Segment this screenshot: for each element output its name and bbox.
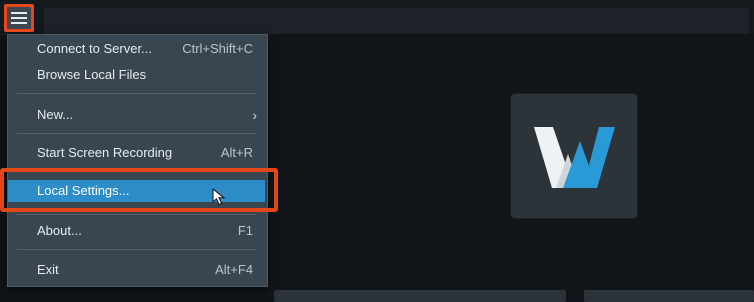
menu-separator — [17, 214, 256, 215]
menu-item-start-screen-recording[interactable]: Start Screen Recording Alt+R — [8, 143, 265, 163]
menu-separator — [17, 170, 256, 171]
menu-item-new[interactable]: New... › — [8, 105, 265, 125]
bottom-tile — [584, 290, 754, 302]
menu-item-label: Browse Local Files — [37, 67, 147, 82]
main-menu-button[interactable] — [4, 4, 34, 32]
menu-separator — [17, 93, 256, 94]
chevron-right-icon: › — [252, 107, 257, 123]
menu-item-about[interactable]: About... F1 — [8, 221, 265, 241]
hamburger-icon — [11, 11, 27, 25]
menu-item-connect-to-server[interactable]: Connect to Server... Ctrl+Shift+C — [8, 39, 265, 59]
menu-item-browse-local-files[interactable]: Browse Local Files — [8, 65, 265, 85]
menu-item-shortcut: Alt+F4 — [215, 262, 253, 277]
bottom-tile — [274, 290, 566, 302]
menu-item-label: New... — [37, 107, 74, 122]
menu-separator — [17, 133, 256, 134]
menu-separator — [17, 249, 256, 250]
menu-item-label: Exit — [37, 262, 59, 277]
menu-item-exit[interactable]: Exit Alt+F4 — [8, 260, 265, 280]
menu-item-local-settings[interactable]: Local Settings... — [8, 180, 265, 202]
app-logo-icon — [534, 127, 615, 188]
tab-strip — [44, 8, 749, 34]
menu-item-label: Local Settings... — [37, 183, 130, 198]
top-bar — [0, 0, 754, 35]
mouse-pointer-icon — [212, 188, 226, 206]
app-logo-tile — [511, 94, 637, 218]
menu-item-shortcut: Alt+R — [220, 145, 253, 160]
menu-item-shortcut: Ctrl+Shift+C — [182, 41, 253, 56]
main-menu: Connect to Server... Ctrl+Shift+C Browse… — [7, 34, 268, 287]
workspace — [266, 34, 754, 302]
menu-item-label: Start Screen Recording — [37, 145, 173, 160]
menu-item-shortcut: F1 — [237, 223, 253, 238]
menu-item-label: About... — [37, 223, 82, 238]
menu-item-label: Connect to Server... — [37, 41, 152, 56]
